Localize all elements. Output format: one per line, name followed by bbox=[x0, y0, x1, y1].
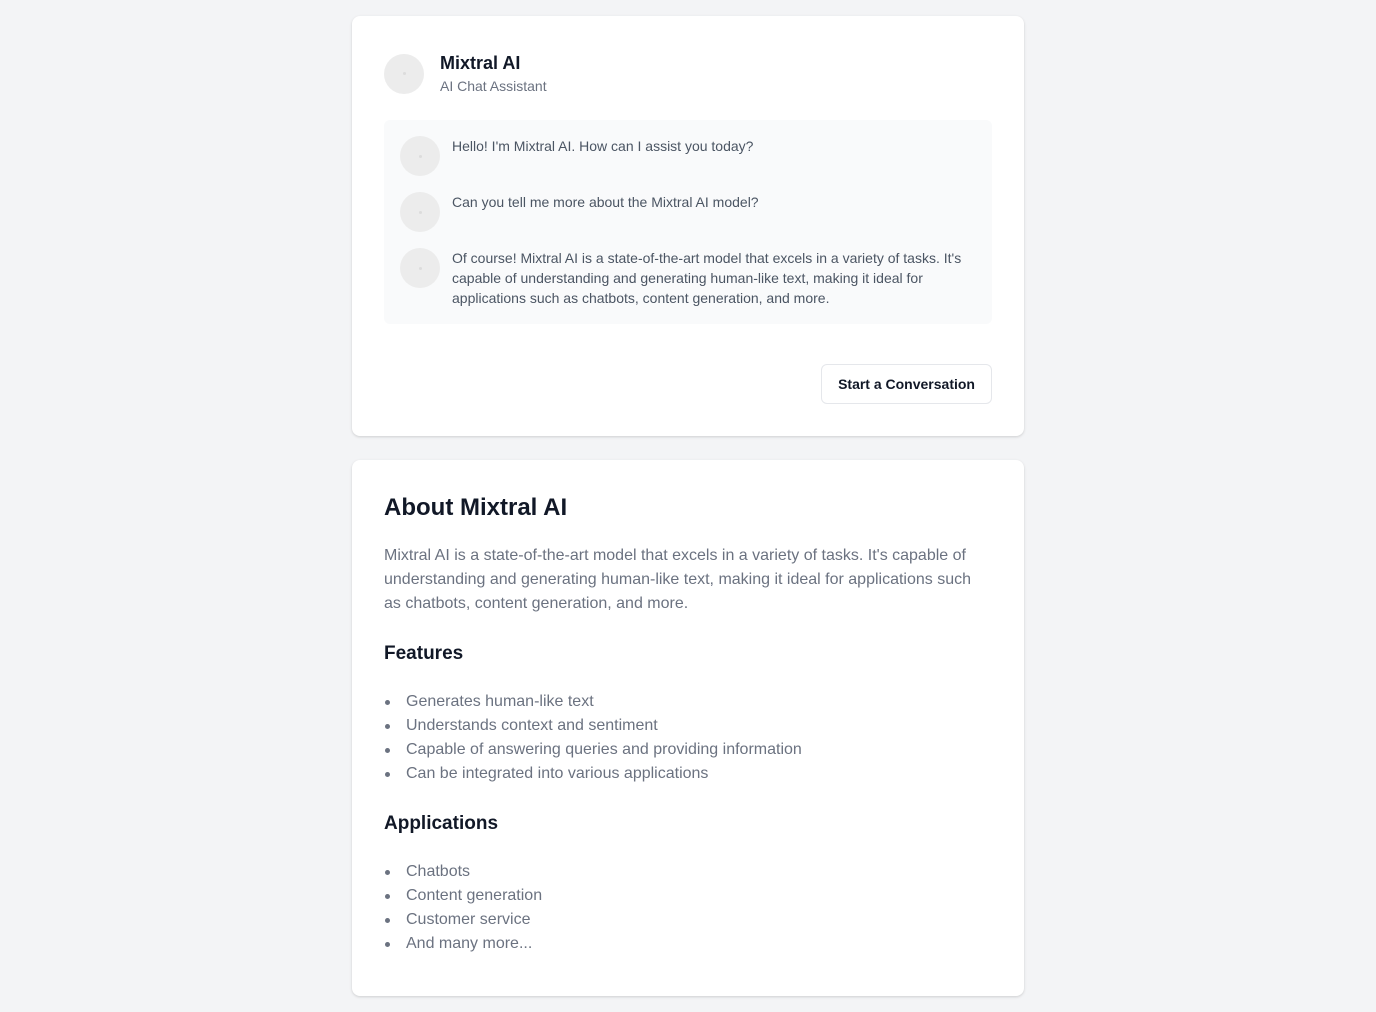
about-content: About Mixtral AI Mixtral AI is a state-o… bbox=[384, 492, 992, 956]
features-list: Generates human-like text Understands co… bbox=[384, 690, 992, 786]
application-item: Customer service bbox=[384, 908, 992, 932]
feature-item: Understands context and sentiment bbox=[384, 714, 992, 738]
chat-header-text: Mixtral AI AI Chat Assistant bbox=[440, 52, 547, 95]
message-list: Hello! I'm Mixtral AI. How can I assist … bbox=[384, 120, 992, 324]
feature-item: Can be integrated into various applicati… bbox=[384, 762, 992, 786]
bot-avatar bbox=[384, 53, 424, 94]
message-text: Can you tell me more about the Mixtral A… bbox=[452, 194, 759, 210]
message-item: Of course! Mixtral AI is a state-of-the-… bbox=[400, 248, 976, 308]
avatar-placeholder-icon bbox=[418, 154, 422, 158]
page: Mixtral AI AI Chat Assistant Hello! I'm … bbox=[0, 0, 1376, 1012]
message-avatar bbox=[400, 248, 440, 288]
about-title: About Mixtral AI bbox=[384, 494, 568, 521]
bot-name: Mixtral AI bbox=[440, 53, 521, 73]
application-item: Content generation bbox=[384, 884, 992, 908]
about-card: About Mixtral AI Mixtral AI is a state-o… bbox=[352, 460, 1024, 996]
message-avatar bbox=[400, 192, 440, 232]
message-avatar bbox=[400, 136, 440, 176]
about-description: Mixtral AI is a state-of-the-art model t… bbox=[384, 547, 972, 612]
message-item: Can you tell me more about the Mixtral A… bbox=[400, 192, 976, 232]
chat-card: Mixtral AI AI Chat Assistant Hello! I'm … bbox=[352, 16, 1024, 436]
features-title: Features bbox=[384, 643, 464, 664]
application-item: Chatbots bbox=[384, 860, 992, 884]
message-text: Hello! I'm Mixtral AI. How can I assist … bbox=[452, 138, 754, 154]
feature-item: Capable of answering queries and providi… bbox=[384, 738, 992, 762]
message-text: Of course! Mixtral AI is a state-of-the-… bbox=[452, 250, 962, 306]
avatar-placeholder-icon bbox=[418, 210, 422, 214]
application-item: And many more... bbox=[384, 932, 992, 956]
feature-item: Generates human-like text bbox=[384, 690, 992, 714]
message-item: Hello! I'm Mixtral AI. How can I assist … bbox=[400, 136, 976, 176]
avatar-placeholder-icon bbox=[402, 72, 406, 75]
bot-subtitle: AI Chat Assistant bbox=[440, 78, 547, 94]
applications-title: Applications bbox=[384, 813, 499, 834]
applications-list: Chatbots Content generation Customer ser… bbox=[384, 860, 992, 956]
avatar-placeholder-icon bbox=[418, 266, 422, 270]
start-conversation-button[interactable]: Start a Conversation bbox=[821, 364, 992, 404]
chat-header: Mixtral AI AI Chat Assistant bbox=[384, 52, 547, 95]
